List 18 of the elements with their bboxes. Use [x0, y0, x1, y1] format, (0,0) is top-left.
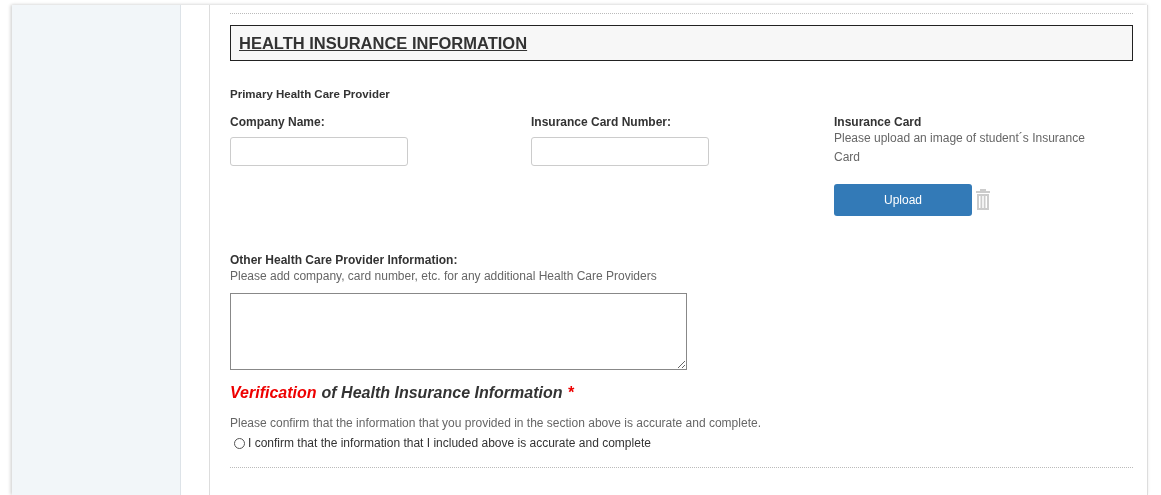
text-field[interactable] — [230, 137, 408, 166]
field-label: Other Health Care Provider Information: — [230, 253, 458, 267]
section-title: HEALTH INSURANCE INFORMATION — [239, 33, 528, 53]
section-title: of Health Insurance Information — [321, 384, 563, 402]
text-area[interactable] — [230, 293, 687, 370]
field-label: Company Name: — [230, 115, 325, 129]
group-heading: Primary Health Care Provider — [230, 88, 391, 100]
trash-icon[interactable] — [975, 189, 991, 211]
field-hint: Please add company, card number, etc. for any additional Health Care Providers — [230, 268, 657, 285]
upload-button[interactable]: Upload — [834, 184, 972, 216]
confirm-hint: Please confirm that the information that you provided in the section above is accurate and complete. — [230, 415, 762, 432]
text-field[interactable] — [531, 137, 709, 166]
title-highlight: Verification — [230, 384, 317, 402]
upload-hint: Please upload an image of student´s Insurance Card — [834, 130, 1086, 166]
required-mark: * — [567, 384, 574, 402]
field-label: Insurance Card Number: — [531, 115, 672, 129]
radio-label[interactable]: I confirm that the information that I included above is accurate and complete — [248, 436, 651, 450]
field-label: Insurance Card — [834, 115, 922, 129]
